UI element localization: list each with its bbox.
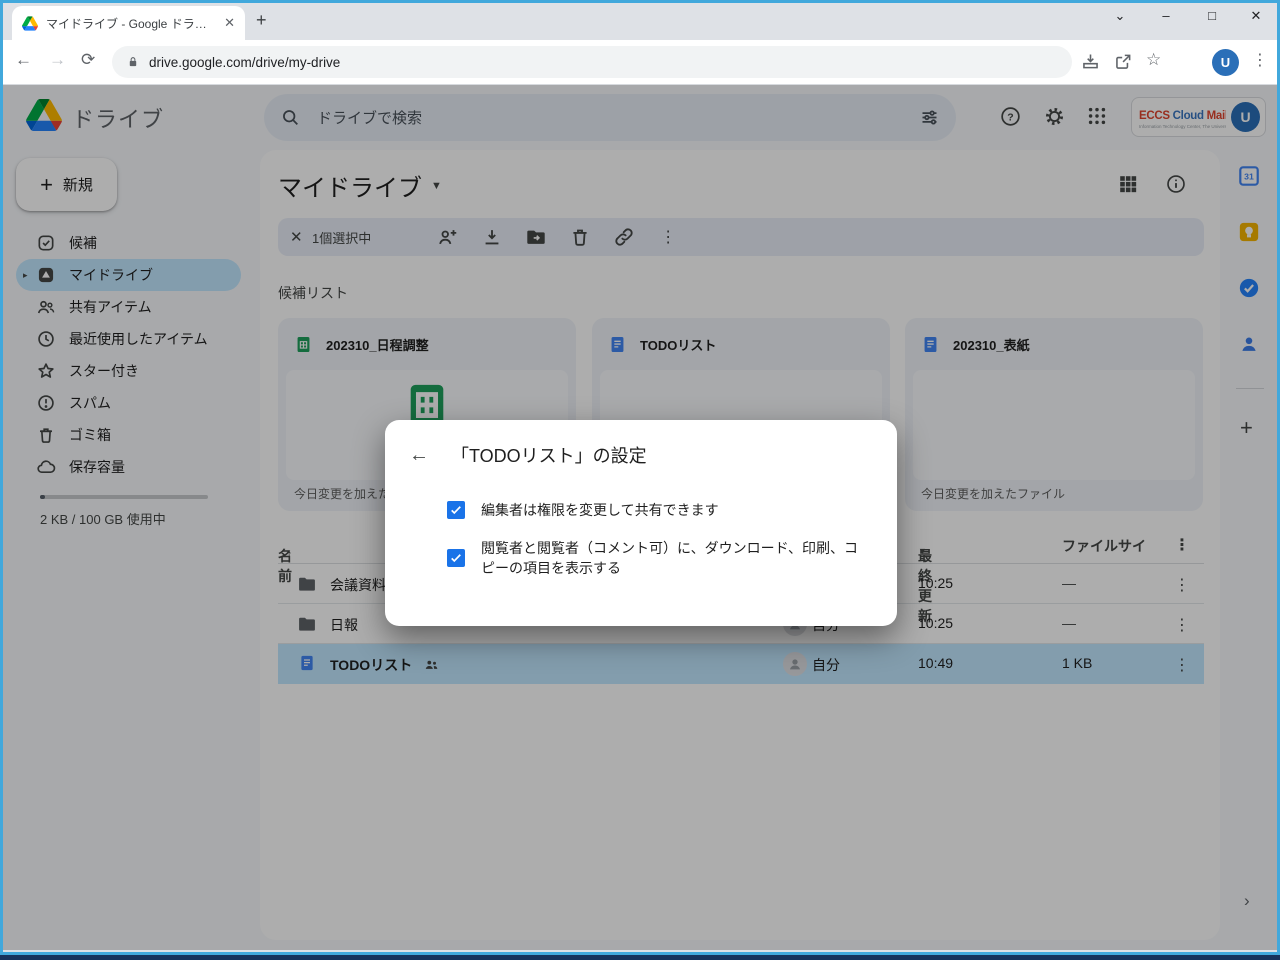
address-bar[interactable]: drive.google.com/drive/my-drive — [112, 46, 1072, 78]
dialog-option: 編集者は権限を変更して共有できます — [447, 500, 719, 520]
lock-icon — [126, 55, 140, 69]
share-settings-dialog: ← 「TODOリスト」の設定 編集者は権限を変更して共有できます 閲覧者と閲覧者… — [385, 420, 897, 626]
tab-title: マイドライブ - Google ドライブ — [46, 15, 216, 32]
browser-tab[interactable]: マイドライブ - Google ドライブ ✕ — [12, 6, 245, 40]
share-icon[interactable] — [1113, 51, 1134, 72]
maximize-button[interactable]: □ — [1197, 8, 1227, 23]
checkbox-checked[interactable] — [447, 501, 465, 519]
browser-menu-icon[interactable]: ⋮ — [1252, 50, 1268, 70]
tab-strip: マイドライブ - Google ドライブ ✕ + ⌄ – □ ✕ — [0, 0, 1280, 40]
tab-search-icon[interactable]: ⌄ — [1105, 8, 1135, 24]
drive-page: ドライブ ドライブで検索 ? — [0, 85, 1280, 950]
forward-button[interactable]: → — [49, 50, 66, 70]
back-arrow-icon[interactable]: ← — [409, 444, 429, 467]
dialog-title: 「TODOリスト」の設定 — [451, 442, 647, 468]
dialog-option: 閲覧者と閲覧者（コメント可）に、ダウンロード、印刷、コピーの項目を表示する — [447, 538, 869, 578]
new-tab-button[interactable]: + — [256, 10, 267, 31]
checkbox-checked[interactable] — [447, 549, 465, 567]
browser-profile-avatar[interactable]: U — [1212, 49, 1239, 76]
download-page-icon[interactable] — [1080, 51, 1101, 72]
url-text: drive.google.com/drive/my-drive — [149, 55, 340, 70]
minimize-button[interactable]: – — [1151, 8, 1181, 23]
back-button[interactable]: ← — [15, 50, 32, 70]
drive-favicon-icon — [22, 16, 38, 31]
option-label: 編集者は権限を変更して共有できます — [481, 500, 719, 520]
browser-toolbar: ← → ⟳ drive.google.com/drive/my-drive ☆ … — [0, 40, 1280, 85]
option-label: 閲覧者と閲覧者（コメント可）に、ダウンロード、印刷、コピーの項目を表示する — [481, 538, 869, 578]
close-window-button[interactable]: ✕ — [1241, 8, 1271, 24]
bookmark-star-icon[interactable]: ☆ — [1146, 50, 1161, 70]
reload-button[interactable]: ⟳ — [81, 50, 95, 70]
browser-window: マイドライブ - Google ドライブ ✕ + ⌄ – □ ✕ ← → ⟳ d… — [0, 0, 1280, 955]
tab-close-icon[interactable]: ✕ — [224, 15, 235, 31]
